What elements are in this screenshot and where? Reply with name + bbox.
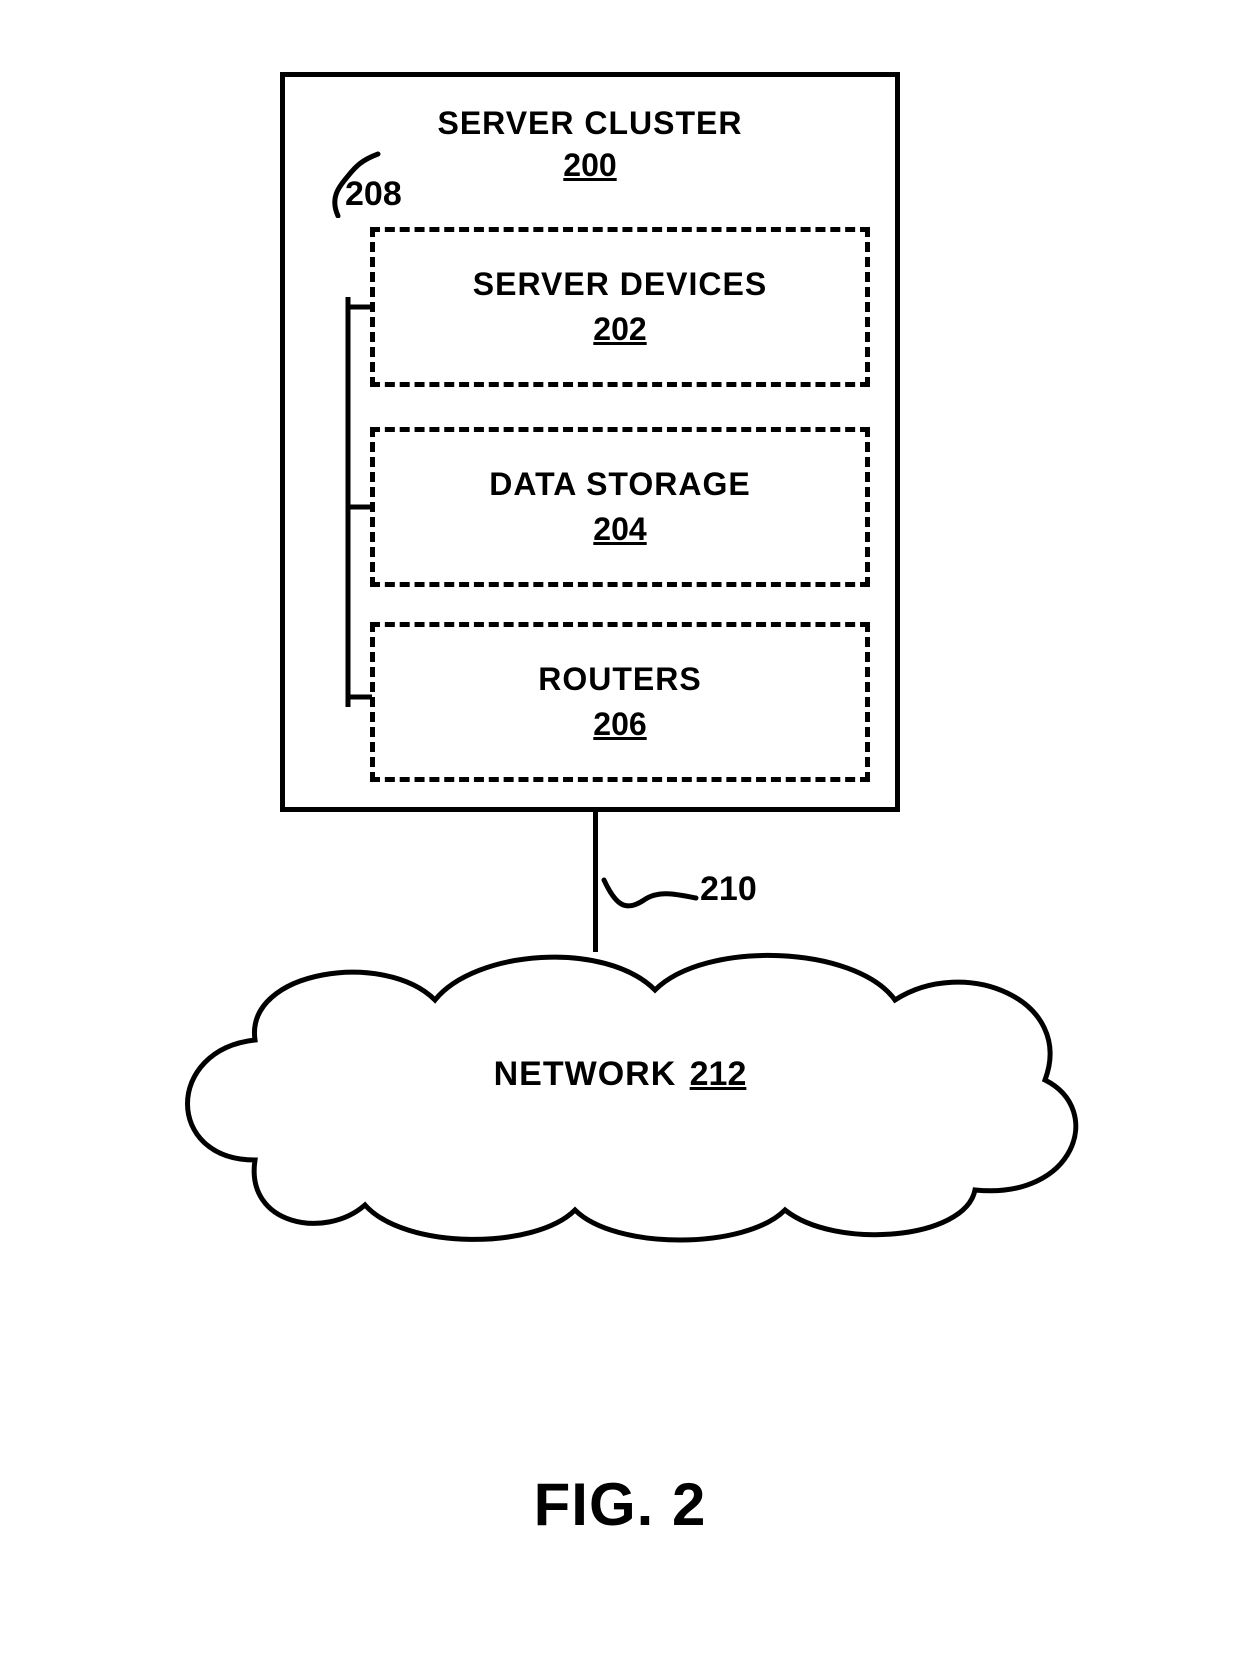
network-ref: 212 [690,1055,747,1093]
data-storage-box: DATA STORAGE 204 [370,427,870,587]
network-cloud-icon [135,930,1105,1260]
server-devices-label: SERVER DEVICES [375,266,865,303]
routers-ref: 206 [375,706,865,743]
routers-label: ROUTERS [375,661,865,698]
server-cluster-title: SERVER CLUSTER [285,105,895,142]
network-label-wrap: NETWORK 212 [135,1055,1105,1094]
server-devices-box: SERVER DEVICES 202 [370,227,870,387]
network-label: NETWORK [494,1055,677,1093]
data-storage-ref: 204 [375,511,865,548]
routers-box: ROUTERS 206 [370,622,870,782]
data-storage-label: DATA STORAGE [375,466,865,503]
diagram-canvas: SERVER CLUSTER 200 SERVER DEVICES 202 DA… [0,0,1240,1654]
server-devices-ref: 202 [375,311,865,348]
bus-ref-label: 208 [345,175,402,214]
figure-caption: FIG. 2 [0,1470,1240,1539]
link-lead-line-icon [600,870,700,930]
link-ref-label: 210 [700,870,757,909]
